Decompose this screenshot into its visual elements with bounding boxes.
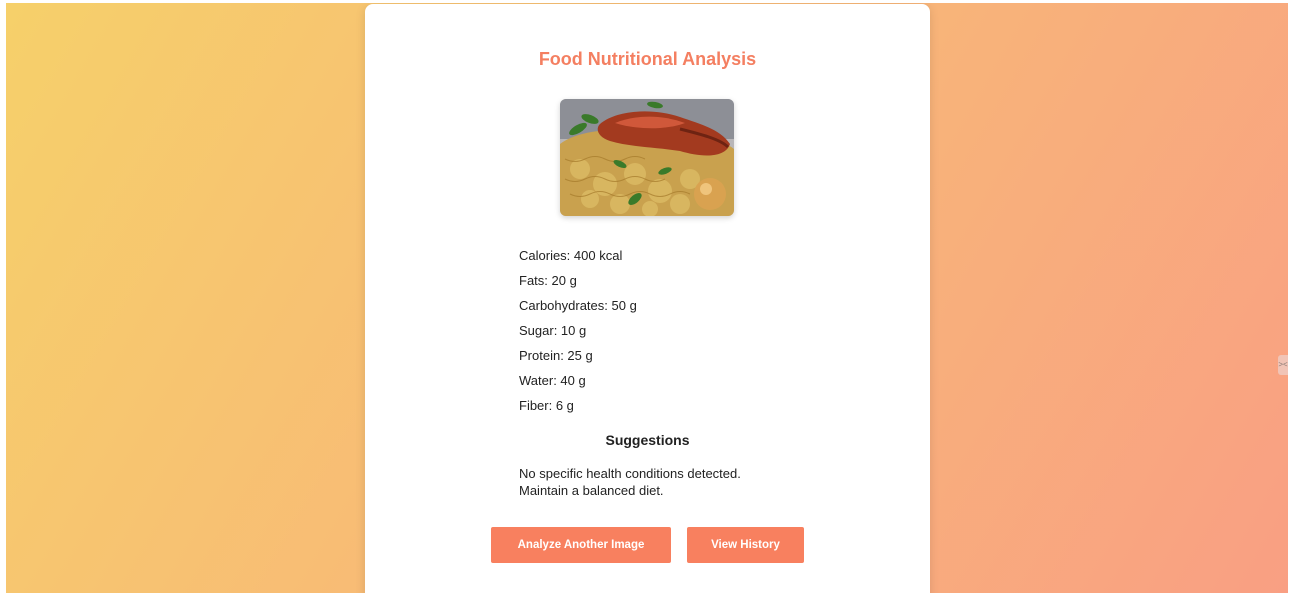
analyze-another-image-button[interactable]: Analyze Another Image — [491, 527, 671, 563]
page-background: Food Nutritional Analysis Calories: 400 … — [6, 3, 1288, 593]
nutrient-fiber: Fiber: 6 g — [519, 398, 574, 413]
nutrient-list: Calories: 400 kcal Fats: 20 g Carbohydra… — [519, 247, 637, 422]
suggestions-heading: Suggestions — [605, 432, 690, 448]
suggestion-line: Maintain a balanced diet. — [519, 483, 664, 498]
nutrient-fats: Fats: 20 g — [519, 273, 577, 288]
side-panel-toggle[interactable]: >< — [1278, 355, 1288, 375]
food-photo-illustration — [560, 99, 734, 216]
nutrient-sugar: Sugar: 10 g — [519, 323, 587, 338]
page-title: Food Nutritional Analysis — [538, 49, 757, 69]
analysis-card: Food Nutritional Analysis Calories: 400 … — [365, 4, 930, 593]
view-history-button[interactable]: View History — [687, 527, 804, 563]
food-photo — [560, 99, 734, 216]
nutrient-carbohydrates: Carbohydrates: 50 g — [519, 298, 637, 313]
suggestions-text: No specific health conditions detected. … — [519, 465, 819, 499]
nutrient-calories: Calories: 400 kcal — [519, 248, 623, 263]
nutrient-water: Water: 40 g — [519, 373, 586, 388]
nutrient-protein: Protein: 25 g — [519, 348, 593, 363]
suggestion-line: No specific health conditions detected. — [519, 466, 741, 481]
